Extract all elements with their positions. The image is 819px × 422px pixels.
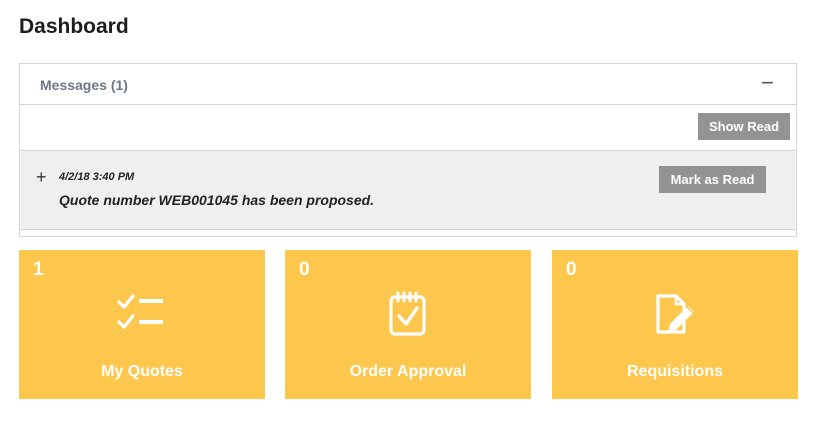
show-read-button[interactable]: Show Read — [698, 113, 790, 140]
messages-header-label: Messages (1) — [40, 77, 128, 93]
message-timestamp: 4/2/18 3:40 PM — [59, 171, 135, 183]
messages-header[interactable]: Messages (1) − — [20, 64, 796, 105]
tile-label: Requisitions — [626, 363, 723, 380]
message-text: Quote number WEB001045 has been proposed… — [59, 192, 375, 208]
message-item: + 4/2/18 3:40 PM Quote number WEB001045 … — [20, 150, 796, 230]
tile-count: 0 — [299, 259, 310, 280]
messages-panel: Messages (1) − Show Read + 4/2/18 3:40 P… — [19, 63, 797, 237]
tile-my-quotes[interactable]: 1 My Quotes — [19, 250, 265, 399]
tile-requisitions[interactable]: 0 Requisitions — [552, 250, 798, 399]
document-edit-icon — [652, 290, 698, 343]
clipboard-check-icon — [386, 290, 430, 343]
page-title: Dashboard — [19, 15, 129, 38]
collapse-icon[interactable]: − — [761, 72, 774, 94]
expand-icon[interactable]: + — [36, 168, 47, 186]
tile-label: My Quotes — [101, 363, 183, 380]
tile-order-approval[interactable]: 0 Order Approval — [285, 250, 531, 399]
tile-count: 0 — [566, 259, 577, 280]
tile-label: Order Approval — [349, 363, 467, 380]
mark-as-read-button[interactable]: Mark as Read — [659, 166, 766, 193]
tile-count: 1 — [33, 259, 44, 280]
checklist-icon — [117, 290, 167, 343]
